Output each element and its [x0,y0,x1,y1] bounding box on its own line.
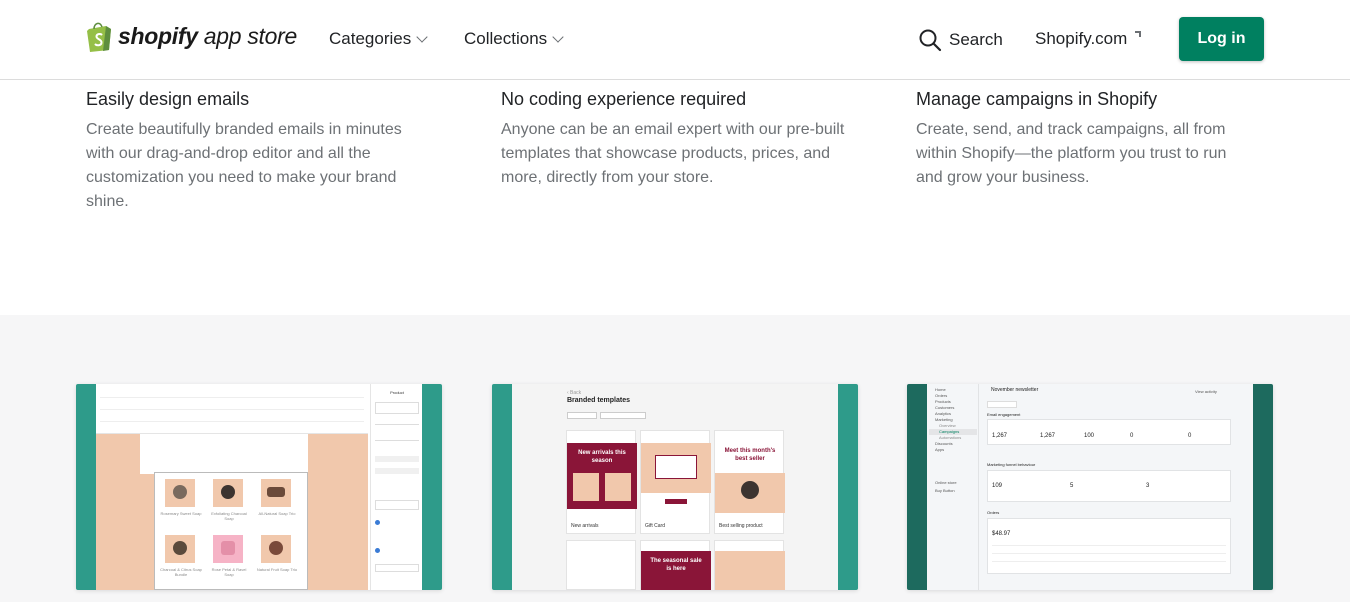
template-hero: Meet this month's best seller [724,448,776,462]
external-link-icon [1135,31,1142,37]
nav-categories[interactable]: Categories [329,29,428,49]
nav-collections[interactable]: Collections [464,29,564,49]
feature-manage-campaigns: Manage campaigns in Shopify Create, send… [916,88,1256,190]
product-name: Rose Petal & Ravel Soap [211,567,247,577]
screenshot-gallery: Rosemary Sweet Soap Exfoliating Charcoal… [0,315,1350,602]
template-hero: The seasonal sale is here [650,558,702,572]
shopify-com-link[interactable]: Shopify.com [1035,29,1142,49]
login-button[interactable]: Log in [1179,17,1264,61]
templates-title: Branded templates [567,397,631,404]
search-icon [919,29,942,52]
screenshot-email-editor[interactable]: Rosemary Sweet Soap Exfoliating Charcoal… [76,384,442,590]
chevron-down-icon [416,31,428,43]
template-label: New arrivals [571,523,599,529]
product-name: All-Natural Soap Trio [258,511,296,516]
feature-design-emails: Easily design emails Create beautifully … [86,88,426,214]
feature-title: Easily design emails [86,89,250,109]
shopify-bag-icon [87,22,111,52]
search-button[interactable]: Search [918,28,1003,52]
admin-sidebar-item: Online store [935,480,957,485]
panel-title: Product [390,390,404,395]
template-label: Best selling product [719,523,763,529]
shopify-com-label: Shopify.com [1035,29,1128,48]
feature-body: Create beautifully branded emails in min… [86,121,402,210]
screenshot-branded-templates[interactable]: ‹ Back Branded templates New arrivals th… [492,384,858,590]
template-label: Gift Card [645,523,666,529]
feature-title: Manage campaigns in Shopify [916,89,1158,109]
feature-body: Anyone can be an email expert with our p… [501,121,845,186]
template-hero: New arrivals this season [578,450,626,464]
metric-value: 0 [1130,433,1134,439]
section-heading: Marketing funnel behaviour [987,462,1036,467]
shopify-app-store-logo[interactable]: shopify app store [86,21,297,52]
screenshot-campaign-dashboard[interactable]: Home Orders Products Customers Analytics… [907,384,1273,590]
chevron-down-icon [552,31,564,43]
admin-sidebar-item: Apps [935,447,945,452]
product-name: Natural Fruit Soap Trio [256,567,298,572]
nav-categories-label: Categories [329,29,412,48]
metric-value: 5 [1070,483,1074,489]
logo-wordmark: shopify app store [118,23,297,49]
view-activity-link[interactable]: View activity [1195,389,1217,394]
top-header: shopify app store Categories Collections… [0,0,1350,80]
feature-title: No coding experience required [501,89,747,109]
metric-value: 3 [1146,483,1150,489]
campaign-title: November newsletter [991,387,1039,393]
admin-sidebar-item: Buy Button [935,488,955,493]
section-heading: Orders [987,510,1000,515]
product-name: Rosemary Sweet Soap [160,511,202,516]
metric-value: 0 [1188,433,1192,439]
metric-value: 1,267 [1040,433,1056,439]
metric-value: 109 [992,483,1003,489]
metric-value: 100 [1084,433,1095,439]
product-name: Charcoal & Citrus Soap Bundle [160,567,202,577]
feature-body: Create, send, and track campaigns, all f… [916,121,1227,186]
section-heading: Email engagement [987,412,1021,417]
nav-collections-label: Collections [464,29,548,48]
metric-value: 1,267 [992,433,1008,439]
sales-value: $48.97 [992,531,1011,537]
feature-no-coding: No coding experience required Anyone can… [501,88,851,190]
product-name: Exfoliating Charcoal Soap [211,511,247,521]
search-label: Search [949,30,1003,49]
